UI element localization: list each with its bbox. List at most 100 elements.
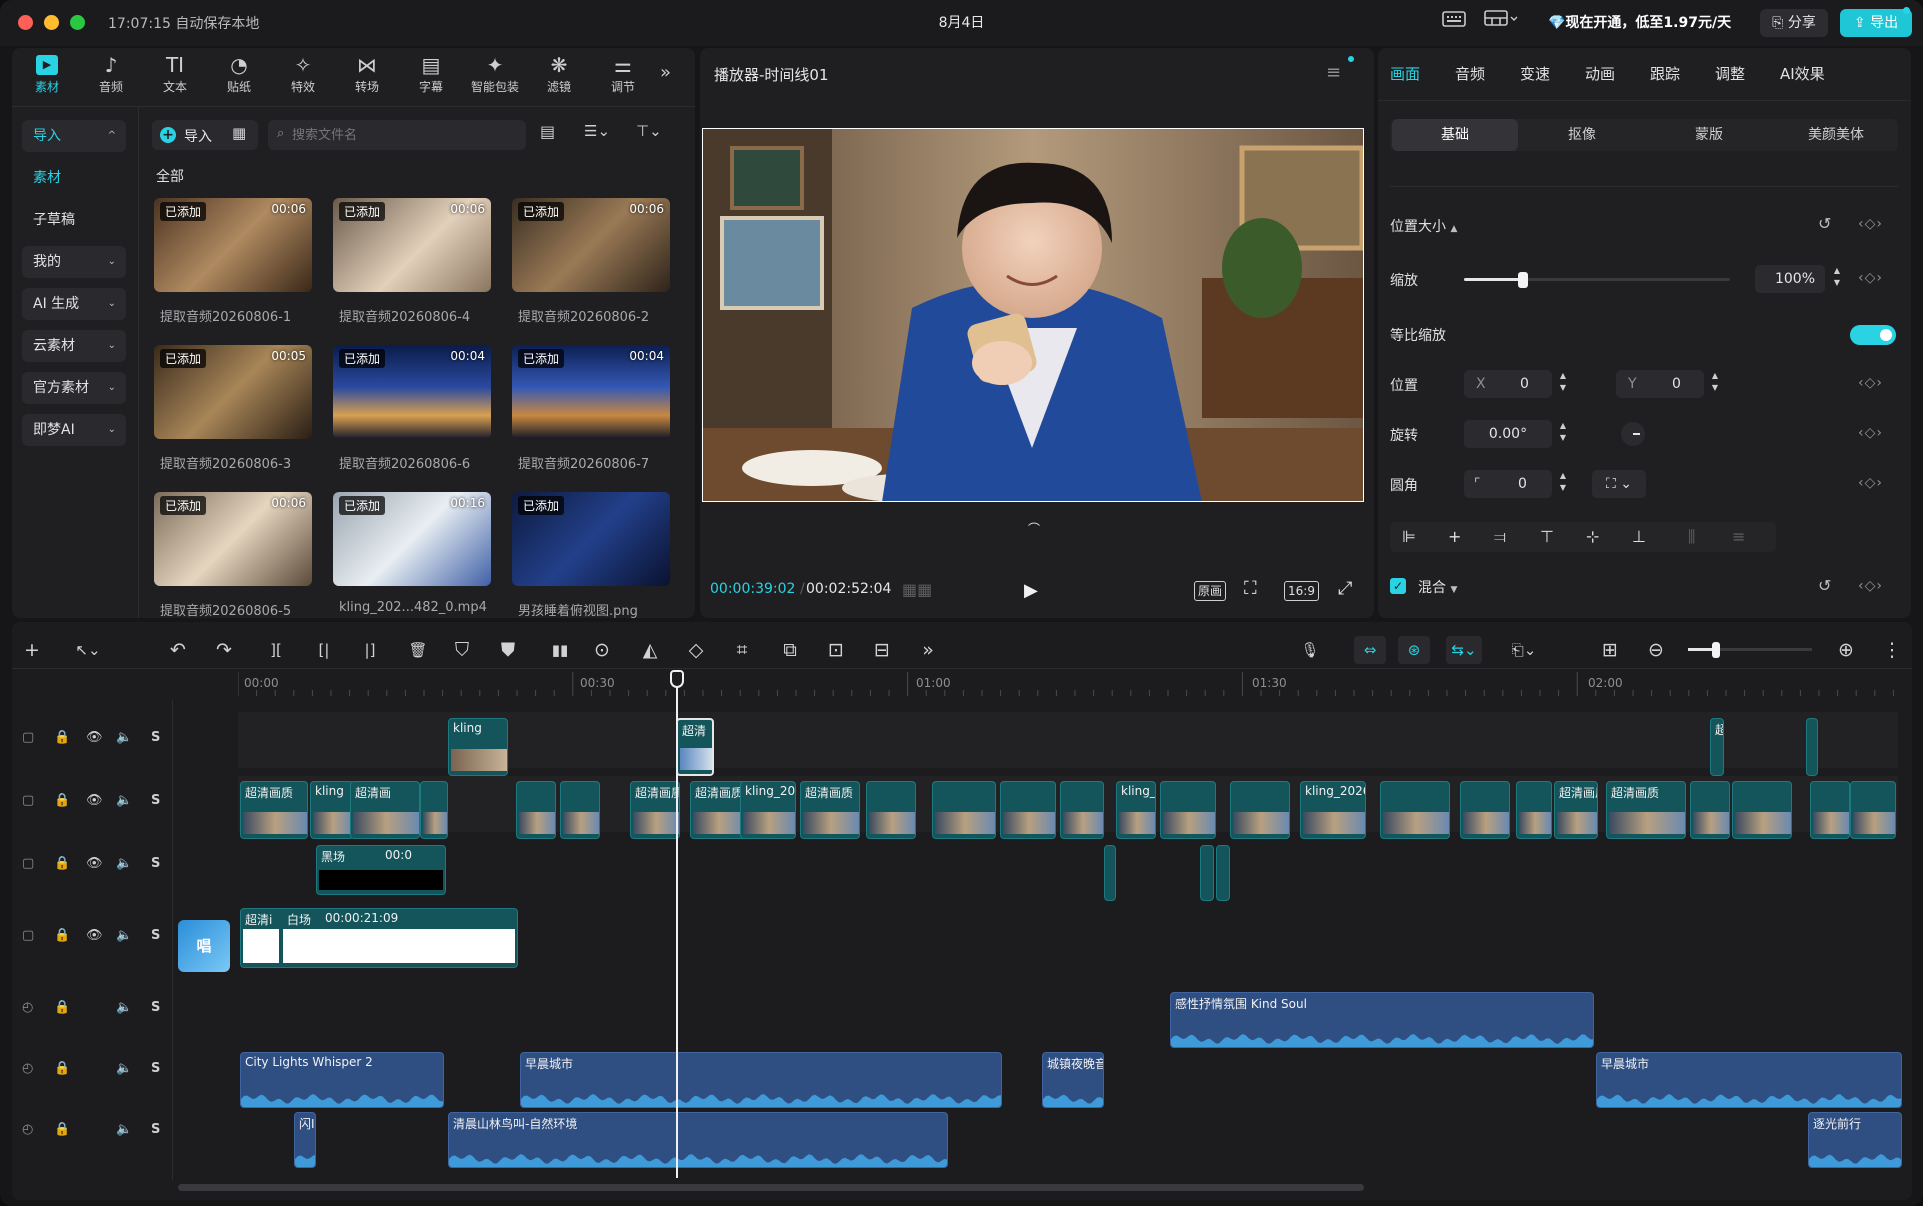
video-clip[interactable] bbox=[1104, 845, 1116, 901]
tab-filter[interactable]: ❋ 滤镜 bbox=[528, 52, 590, 100]
resize-icon[interactable]: ⧉ bbox=[776, 636, 804, 664]
fit-timeline-icon[interactable]: ⊞ bbox=[1596, 636, 1624, 664]
video-clip[interactable] bbox=[866, 781, 916, 839]
volume-icon[interactable]: 🔈 bbox=[116, 793, 132, 808]
solo-label[interactable]: S bbox=[151, 1122, 160, 1137]
solo-label[interactable]: S bbox=[151, 1000, 160, 1015]
tab-text[interactable]: TI 文本 bbox=[144, 52, 206, 100]
view-mode-icon[interactable]: ▤ bbox=[540, 122, 555, 141]
rotate-handle-icon[interactable]: ⌒ bbox=[1028, 520, 1040, 537]
volume-icon[interactable]: 🔈 bbox=[116, 928, 132, 943]
rotation-stepper[interactable]: ▲ ▼ bbox=[1556, 420, 1570, 448]
video-clip[interactable]: 超清画质 bbox=[690, 781, 746, 839]
sidebar-item-6[interactable]: 官方素材 ⌄ bbox=[22, 372, 126, 404]
eye-icon[interactable]: 👁 bbox=[86, 928, 103, 943]
volume-icon[interactable]: 🔈 bbox=[116, 1061, 132, 1076]
position-y-stepper[interactable]: ▲ ▼ bbox=[1708, 370, 1722, 398]
keyframe-icon[interactable]: ‹◇› bbox=[1858, 425, 1883, 441]
tab-sticker[interactable]: ◔ 贴纸 bbox=[208, 52, 270, 100]
volume-icon[interactable]: 🔈 bbox=[116, 1122, 132, 1137]
video-clip[interactable] bbox=[1216, 845, 1230, 901]
media-thumbnail[interactable]: 已添加 bbox=[512, 492, 670, 586]
solo-label[interactable]: S bbox=[151, 1061, 160, 1076]
sub-tab-2[interactable]: 蒙版 bbox=[1646, 119, 1772, 151]
collapse-icon[interactable]: ▲ bbox=[1450, 224, 1457, 234]
media-item[interactable]: 已添加 00:06 提取音频20260806-5 bbox=[154, 492, 312, 622]
video-clip[interactable]: 超清画质 bbox=[240, 781, 308, 839]
video-clip[interactable]: kling bbox=[448, 718, 508, 776]
fullscreen-icon[interactable]: ⤢ bbox=[1338, 578, 1352, 599]
zoom-in-icon[interactable]: ⊕ bbox=[1832, 636, 1860, 664]
split-left-icon[interactable]: [| bbox=[306, 636, 342, 664]
tab-subtitle[interactable]: ▤ 字幕 bbox=[400, 52, 462, 100]
sidebar-item-7[interactable]: 即梦AI ⌄ bbox=[22, 414, 126, 446]
video-clip[interactable] bbox=[1230, 781, 1290, 839]
link-icon[interactable]: ⇔ bbox=[1354, 636, 1386, 664]
video-clip[interactable] bbox=[1200, 845, 1214, 901]
scale-input[interactable]: 100% bbox=[1755, 265, 1825, 293]
layout-icon[interactable] bbox=[1482, 10, 1522, 36]
mirror-icon[interactable]: ◭ bbox=[636, 636, 664, 664]
split-icon[interactable]: ][ bbox=[258, 636, 294, 664]
tab-smart-pack[interactable]: ✦ 智能包装 bbox=[464, 52, 526, 100]
sidebar-item-4[interactable]: AI 生成 ⌄ bbox=[22, 288, 126, 320]
position-x-stepper[interactable]: ▲ ▼ bbox=[1556, 370, 1570, 398]
slider-knob[interactable] bbox=[1517, 272, 1528, 288]
import-button[interactable]: + 导入 ▦ bbox=[152, 120, 258, 150]
solo-label[interactable]: S bbox=[151, 730, 160, 745]
video-clip[interactable]: 超 bbox=[1710, 718, 1724, 776]
media-item[interactable]: 已添加 00:06 提取音频20260806-4 bbox=[333, 198, 491, 328]
audio-clip[interactable]: 清晨山林鸟叫-自然环境 bbox=[448, 1112, 948, 1168]
media-item[interactable]: 已添加 00:06 提取音频20260806-2 bbox=[512, 198, 670, 328]
video-clip[interactable] bbox=[932, 781, 996, 839]
blend-checkbox[interactable]: ✓ bbox=[1390, 578, 1406, 594]
video-clip[interactable] bbox=[1380, 781, 1450, 839]
share-button[interactable]: ⎘ 分享 bbox=[1760, 9, 1828, 37]
video-clip[interactable]: kling bbox=[310, 781, 354, 839]
sidebar-item-2[interactable]: 子草稿 bbox=[22, 204, 126, 236]
sidebar-item-5[interactable]: 云素材 ⌄ bbox=[22, 330, 126, 362]
tab-effects[interactable]: ✧ 特效 bbox=[272, 52, 334, 100]
fit-screen-icon[interactable]: ⛶ bbox=[1244, 578, 1257, 599]
solo-label[interactable]: S bbox=[151, 856, 160, 871]
media-item[interactable]: 已添加 00:04 提取音频20260806-6 bbox=[333, 345, 491, 475]
caption-icon[interactable]: ⊟ bbox=[868, 636, 896, 664]
video-clip[interactable] bbox=[516, 781, 556, 839]
video-clip[interactable]: 超清i 白场 00:00:21:09 bbox=[240, 908, 518, 968]
tab-adjust[interactable]: ⚌ 调节 bbox=[592, 52, 654, 100]
audio-clip[interactable]: 城镇夜晚音 bbox=[1042, 1052, 1104, 1108]
export-button[interactable]: ⇪ 导出 bbox=[1840, 9, 1912, 37]
volume-icon[interactable]: 🔈 bbox=[116, 1000, 132, 1015]
add-icon[interactable]: + bbox=[18, 636, 46, 664]
shield-icon[interactable]: ⛊ bbox=[494, 636, 522, 664]
lock-icon[interactable]: 🔒 bbox=[54, 793, 70, 808]
volume-icon[interactable]: 🔈 bbox=[116, 856, 132, 871]
sub-tab-0[interactable]: 基础 bbox=[1392, 119, 1518, 151]
prop-tab-0[interactable]: 画面 bbox=[1390, 63, 1420, 84]
align-top-icon[interactable]: ⊤ bbox=[1540, 527, 1554, 546]
audio-clip[interactable]: 早晨城市 bbox=[1596, 1052, 1902, 1108]
tab-audio[interactable]: ♪ 音频 bbox=[80, 52, 142, 100]
zoom-out-icon[interactable]: ⊖ bbox=[1642, 636, 1670, 664]
lock-icon[interactable]: 🔒 bbox=[54, 1122, 70, 1137]
play-icon[interactable]: ▶ bbox=[1024, 580, 1038, 601]
video-clip[interactable]: kling_20 bbox=[740, 781, 796, 839]
keyframe-icon[interactable]: ‹◇› bbox=[1858, 578, 1883, 594]
media-thumbnail[interactable]: 已添加 00:05 bbox=[154, 345, 312, 439]
prop-tab-2[interactable]: 变速 bbox=[1520, 63, 1550, 84]
minimize-window-button[interactable] bbox=[44, 15, 59, 30]
media-item[interactable]: 已添加 00:05 提取音频20260806-3 bbox=[154, 345, 312, 475]
sub-tab-3[interactable]: 美颜美体 bbox=[1773, 119, 1899, 151]
prop-tab-3[interactable]: 动画 bbox=[1585, 63, 1615, 84]
position-x-input[interactable]: X 0 bbox=[1464, 370, 1552, 398]
timeline-menu-icon[interactable]: ⋮ bbox=[1878, 636, 1906, 664]
video-clip[interactable]: 超清 bbox=[676, 718, 714, 776]
audio-clip[interactable]: 逐光前行 bbox=[1808, 1112, 1902, 1168]
video-clip[interactable] bbox=[1160, 781, 1216, 839]
zoom-slider-knob[interactable] bbox=[1712, 642, 1720, 658]
align-right-icon[interactable]: ⫤ bbox=[1494, 527, 1506, 547]
snap-icon[interactable]: ⇆⌄ bbox=[1446, 636, 1482, 664]
quality-button[interactable]: 原画 bbox=[1194, 581, 1227, 601]
video-clip[interactable] bbox=[1850, 781, 1896, 839]
align-center-h-icon[interactable]: + bbox=[1448, 527, 1461, 546]
